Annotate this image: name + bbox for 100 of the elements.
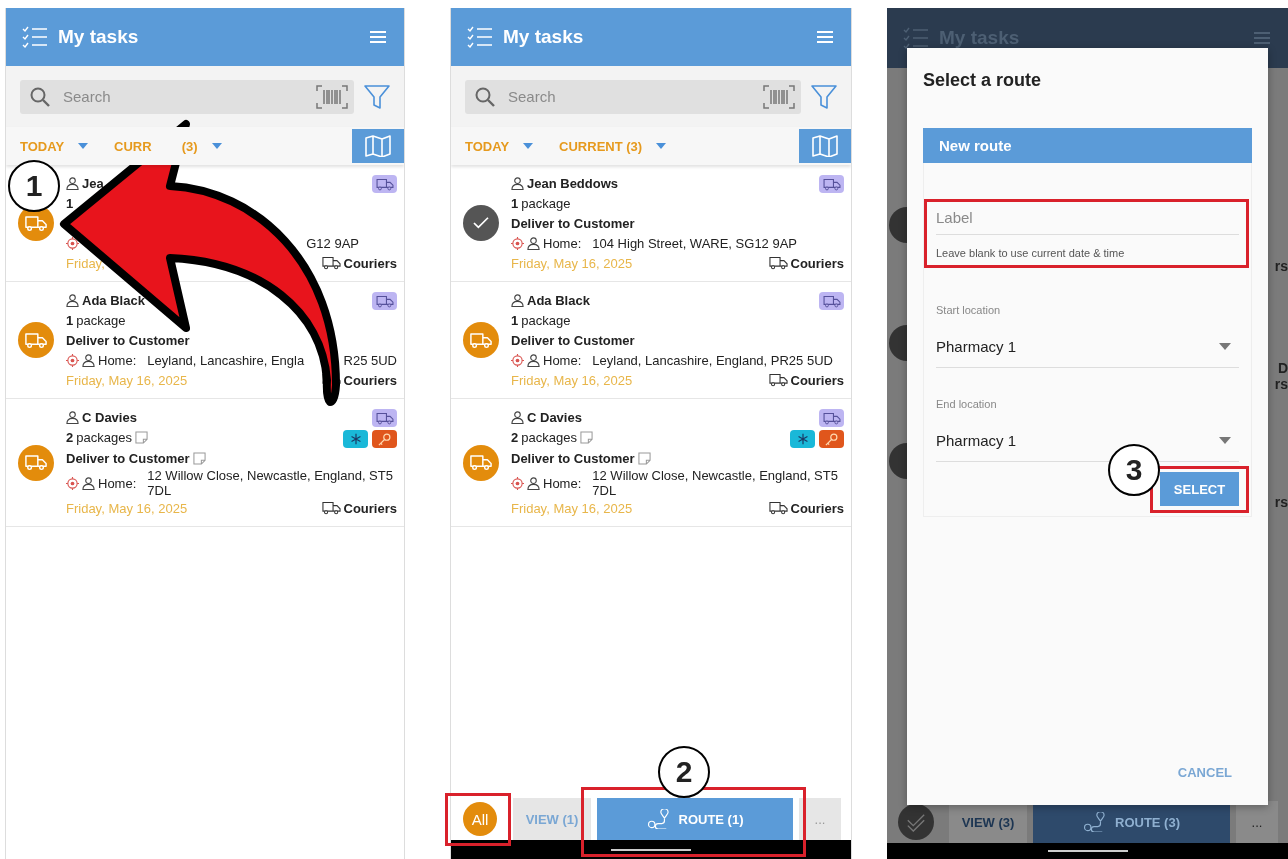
package-count: 1	[511, 312, 519, 328]
address-text: 12 Willow Close, Newcastle, England, ST5 7DL	[592, 468, 839, 498]
target-icon	[66, 476, 79, 490]
customer-name: Jean Beddows	[527, 175, 619, 191]
customer-name: C Davies	[82, 409, 137, 425]
snowflake-badge	[343, 430, 368, 448]
task-type: Deliver to Customer	[511, 450, 635, 466]
select-button[interactable]: SELECT	[1160, 472, 1239, 506]
filter-dropdown[interactable]: TODAY	[20, 138, 89, 154]
app-title: My tasks	[503, 26, 585, 48]
address-label: Home:	[98, 352, 137, 368]
package-count: 1	[66, 195, 74, 211]
menu-icon[interactable]	[1254, 32, 1270, 44]
checklist-icon	[903, 27, 929, 49]
address-text: 12 Willow Close, Newcastle, England, ST5 7DL	[147, 468, 394, 498]
section-header: New route	[923, 128, 1252, 163]
address-label: Home:	[98, 475, 137, 491]
map-button[interactable]	[799, 129, 851, 163]
task-card[interactable]: C Davies 2 packages Deliver to Customer Home: 12 Willow Close, Newcastle, England, ST5 7DL Friday, May 16, 2025 Couriers	[451, 399, 851, 527]
task-date: Friday,	[66, 255, 105, 271]
dialog-title: Select a route	[923, 70, 1043, 92]
map-icon	[812, 135, 838, 157]
check-all-icon[interactable]	[898, 804, 934, 840]
task-type: Deliver to Customer	[511, 332, 635, 348]
truck-badge	[819, 292, 844, 310]
task-date: Friday, May 16, 2025	[66, 372, 188, 388]
address-text: 104 High Street, WARE, SG12 9AP	[592, 235, 798, 251]
more-button[interactable]: ...	[799, 798, 841, 840]
filter-dropdown[interactable]: CURRENT (3)	[559, 138, 667, 154]
snowflake-badge	[790, 430, 815, 448]
task-type: Deliver to Customer	[66, 332, 190, 348]
task-date: Friday, May 16, 2025	[511, 372, 633, 388]
map-button[interactable]	[352, 129, 404, 163]
address-text: G12 9AP	[306, 235, 359, 251]
person-icon	[511, 176, 524, 190]
carrier-name: Couriers	[343, 500, 397, 516]
helper-text: Leave blank to use current date & time	[936, 247, 1126, 259]
customer-name: Ada Black	[82, 292, 145, 308]
customer-name: C Davies	[527, 409, 582, 425]
task-card[interactable]: Ada Black 1 package Deliver to Customer Home: Leyland, Lancashire, England, PR25 5UD Friday, May 16, 2025 Couriers	[451, 282, 851, 399]
all-button[interactable]: All	[463, 802, 497, 836]
barcode-scan-icon[interactable]	[316, 84, 348, 109]
address-text: R25 5UD	[343, 352, 397, 368]
cancel-button[interactable]: CANCEL	[1171, 764, 1238, 781]
app-title: My tasks	[58, 26, 140, 48]
carrier-name: Couriers	[790, 255, 844, 271]
target-icon	[511, 353, 524, 367]
task-type: Deliver to Customer	[66, 450, 190, 466]
task-date: Friday, May 16, 2025	[66, 500, 188, 516]
package-count: 1	[66, 312, 74, 328]
map-icon	[365, 135, 391, 157]
task-date: Friday, May 16, 2025	[511, 500, 633, 516]
field-label: Start location	[936, 304, 1002, 316]
key-badge	[372, 430, 397, 448]
package-unit: package	[76, 312, 126, 328]
caret-icon	[523, 143, 534, 149]
person-icon	[66, 176, 79, 190]
filter-dropdown[interactable]: CURR (3)	[114, 138, 222, 154]
person-icon	[511, 410, 524, 424]
route-button[interactable]: ROUTE (1)	[597, 798, 793, 840]
package-unit: package	[521, 195, 571, 211]
filter-icon[interactable]	[364, 83, 390, 110]
truck-badge	[819, 175, 844, 193]
carrier-name: Couriers	[790, 500, 844, 516]
filter-dropdown[interactable]: TODAY	[465, 138, 534, 154]
field-label: End location	[936, 398, 998, 410]
target-icon	[66, 353, 79, 367]
package-unit: package	[521, 312, 571, 328]
package-unit: packages	[76, 429, 132, 445]
task-date: Friday, May 16, 2025	[511, 255, 633, 271]
person-icon	[527, 353, 540, 367]
search-field[interactable]: Search	[20, 79, 354, 114]
package-count: 1	[511, 195, 519, 211]
search-icon	[30, 86, 50, 107]
view-tab[interactable]: VIEW (1)	[513, 798, 591, 840]
text-fragment: rs	[1274, 376, 1288, 392]
checklist-icon	[22, 26, 48, 48]
dropdown-caret-icon	[1219, 343, 1231, 350]
task-card[interactable]: C Davies 2 packages Deliver to Customer Home: 12 Willow Close, Newcastle, England, ST5 7DL Friday, May 16, 2025 Couriers	[6, 399, 404, 527]
checklist-icon	[467, 26, 493, 48]
route-icon	[646, 809, 671, 829]
task-card[interactable]: Jean Beddows 1 package Deliver to Customer Home: 104 High Street, WARE, SG12 9AP Friday, May 16, 2025 Couriers	[451, 165, 851, 282]
package-unit: packages	[521, 429, 577, 445]
caret-icon	[211, 143, 222, 149]
person-icon	[527, 236, 540, 250]
more-button[interactable]: ...	[1236, 801, 1278, 843]
target-icon	[66, 236, 79, 250]
location-select[interactable]: Pharmacy 1	[936, 338, 1239, 368]
route-icon	[1083, 812, 1107, 832]
caret-icon	[78, 143, 89, 149]
barcode-scan-icon[interactable]	[763, 84, 795, 109]
highlight-frame	[445, 793, 511, 846]
search-icon	[475, 86, 495, 107]
search-field[interactable]: Search	[465, 79, 801, 114]
address-label: Home:	[543, 475, 582, 491]
task-type: Deliver to Customer	[511, 215, 635, 231]
filter-icon[interactable]	[811, 83, 837, 110]
dropdown-caret-icon	[1219, 437, 1231, 444]
label-input[interactable]: Label	[936, 205, 1239, 235]
truck-badge	[372, 175, 397, 193]
